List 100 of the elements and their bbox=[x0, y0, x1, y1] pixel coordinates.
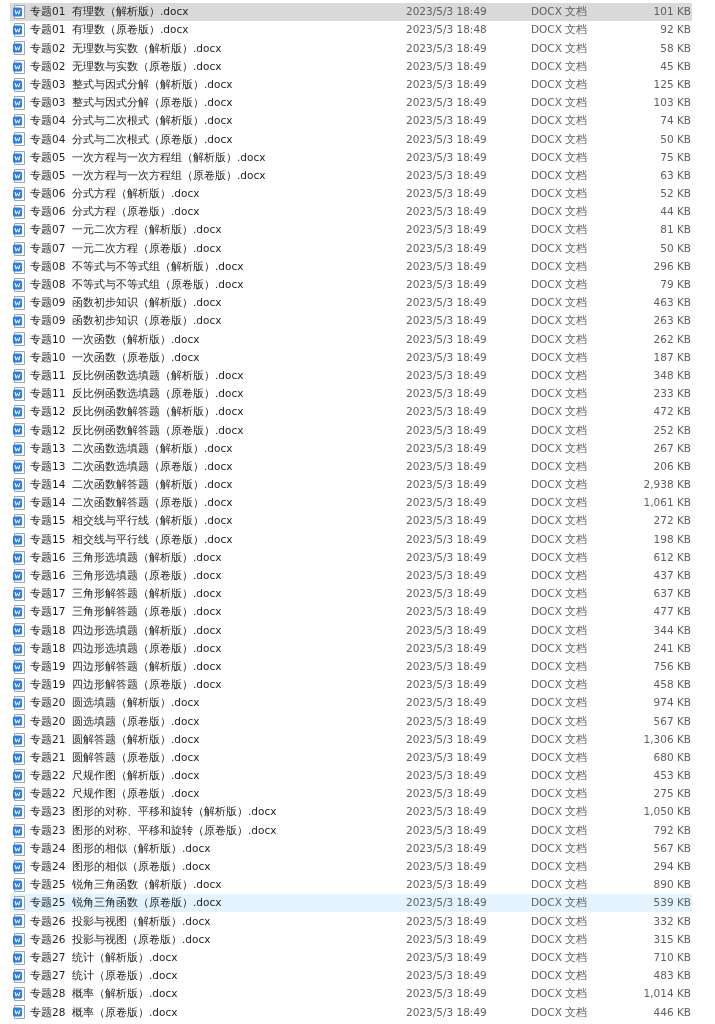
file-type: DOCX 文档 bbox=[531, 622, 589, 638]
file-date: 2023/5/3 18:49 bbox=[406, 549, 488, 565]
file-name: 专题17 三角形解答题（原卷版）.docx bbox=[30, 604, 223, 620]
file-type: DOCX 文档 bbox=[531, 240, 589, 256]
file-name: 专题25 锐角三角函数（解析版）.docx bbox=[30, 877, 223, 893]
file-type: DOCX 文档 bbox=[531, 477, 589, 493]
file-row[interactable]: 专题07 一元二次方程（原卷版）.docx 2023/5/3 18:49 DOCX 文档 50 KB bbox=[10, 239, 692, 258]
file-size: 50 KB bbox=[659, 131, 691, 147]
file-row[interactable]: 专题06 分式方程（原卷版）.docx 2023/5/3 18:49 DOCX 文档 44 KB bbox=[10, 203, 692, 222]
file-name: 专题10 一次函数（原卷版）.docx bbox=[30, 349, 201, 365]
file-date: 2023/5/3 18:49 bbox=[406, 931, 488, 947]
file-row[interactable]: 专题12 反比例函数解答题（解析版）.docx 2023/5/3 18:49 DOCX 文档 472 KB bbox=[10, 403, 692, 422]
file-name: 专题24 图形的相似（解析版）.docx bbox=[30, 840, 212, 856]
document-icon bbox=[13, 641, 26, 656]
file-type: DOCX 文档 bbox=[531, 186, 589, 202]
file-size: 472 KB bbox=[652, 404, 691, 420]
file-row[interactable]: 专题09 函数初步知识（解析版）.docx 2023/5/3 18:49 DOCX 文档 463 KB bbox=[10, 294, 692, 313]
document-icon bbox=[13, 532, 26, 547]
file-type: DOCX 文档 bbox=[531, 95, 589, 111]
file-name: 专题04 分式与二次根式（解析版）.docx bbox=[30, 113, 234, 129]
file-name: 专题07 一元二次方程（解析版）.docx bbox=[30, 222, 223, 238]
document-icon bbox=[13, 859, 26, 874]
document-icon bbox=[13, 5, 26, 20]
file-name: 专题08 不等式与不等式组（解析版）.docx bbox=[30, 258, 245, 274]
file-row[interactable]: 专题17 三角形解答题（原卷版）.docx 2023/5/3 18:49 DOCX 文档 477 KB bbox=[10, 603, 692, 622]
document-icon bbox=[13, 150, 26, 165]
document-icon bbox=[13, 132, 26, 147]
document-icon bbox=[13, 878, 26, 893]
file-date: 2023/5/3 18:49 bbox=[406, 331, 488, 347]
file-type: DOCX 文档 bbox=[531, 40, 589, 56]
file-row[interactable]: 专题18 四边形选填题（解析版）.docx 2023/5/3 18:49 DOCX 文档 344 KB bbox=[10, 621, 692, 640]
file-type: DOCX 文档 bbox=[531, 658, 589, 674]
file-row[interactable]: 专题04 分式与二次根式（原卷版）.docx 2023/5/3 18:49 DOCX 文档 50 KB bbox=[10, 130, 692, 149]
file-date: 2023/5/3 18:49 bbox=[406, 859, 488, 875]
file-row[interactable]: 专题20 圆选填题（解析版）.docx 2023/5/3 18:49 DOCX 文档 974 KB bbox=[10, 694, 692, 713]
file-row[interactable]: 专题28 概率（解析版）.docx 2023/5/3 18:49 DOCX 文档 1,014 KB bbox=[10, 985, 692, 1004]
file-size: 252 KB bbox=[652, 422, 691, 438]
file-name: 专题19 四边形解答题（原卷版）.docx bbox=[30, 677, 223, 693]
file-row[interactable]: 专题15 相交线与平行线（解析版）.docx 2023/5/3 18:49 DOCX 文档 272 KB bbox=[10, 512, 692, 531]
file-type: DOCX 文档 bbox=[531, 695, 589, 711]
file-name: 专题12 反比例函数解答题（解析版）.docx bbox=[30, 404, 245, 420]
file-row[interactable]: 专题17 三角形解答题（解析版）.docx 2023/5/3 18:49 DOCX 文档 637 KB bbox=[10, 585, 692, 604]
file-date: 2023/5/3 18:49 bbox=[406, 386, 488, 402]
file-type: DOCX 文档 bbox=[531, 549, 589, 565]
file-row[interactable]: 专题23 图形的对称、平移和旋转（原卷版）.docx 2023/5/3 18:49 DOCX 文档 792 KB bbox=[10, 821, 692, 840]
file-size: 710 KB bbox=[652, 949, 691, 965]
file-name: 专题21 圆解答题（解析版）.docx bbox=[30, 731, 201, 747]
file-size: 267 KB bbox=[652, 440, 691, 456]
file-date: 2023/5/3 18:49 bbox=[406, 968, 488, 984]
file-date: 2023/5/3 18:49 bbox=[406, 113, 488, 129]
file-date: 2023/5/3 18:49 bbox=[406, 713, 488, 729]
file-date: 2023/5/3 18:49 bbox=[406, 804, 488, 820]
file-date: 2023/5/3 18:49 bbox=[406, 222, 488, 238]
file-size: 612 KB bbox=[652, 549, 691, 565]
file-date: 2023/5/3 18:49 bbox=[406, 949, 488, 965]
file-date: 2023/5/3 18:49 bbox=[406, 204, 488, 220]
file-row[interactable]: 专题09 函数初步知识（原卷版）.docx 2023/5/3 18:49 DOCX 文档 263 KB bbox=[10, 312, 692, 331]
file-type: DOCX 文档 bbox=[531, 822, 589, 838]
file-row[interactable]: 专题12 反比例函数解答题（原卷版）.docx 2023/5/3 18:49 DOCX 文档 252 KB bbox=[10, 421, 692, 440]
file-row[interactable]: 专题01 有理数（解析版）.docx 2023/5/3 18:49 DOCX 文档 101 KB bbox=[10, 3, 692, 22]
file-row[interactable]: 专题28 概率（原卷版）.docx 2023/5/3 18:49 DOCX 文档 446 KB bbox=[10, 1003, 692, 1022]
file-type: DOCX 文档 bbox=[531, 877, 589, 893]
file-name: 专题05 一次方程与一次方程组（解析版）.docx bbox=[30, 149, 267, 165]
document-icon bbox=[13, 896, 26, 911]
file-type: DOCX 文档 bbox=[531, 586, 589, 602]
file-size: 477 KB bbox=[652, 604, 691, 620]
file-row[interactable]: 专题07 一元二次方程（解析版）.docx 2023/5/3 18:49 DOCX 文档 81 KB bbox=[10, 221, 692, 240]
file-size: 198 KB bbox=[652, 531, 691, 547]
document-icon bbox=[13, 259, 26, 274]
file-row[interactable]: 专题26 投影与视图（解析版）.docx 2023/5/3 18:49 DOCX 文档 332 KB bbox=[10, 912, 692, 931]
file-row[interactable]: 专题25 锐角三角函数（原卷版）.docx 2023/5/3 18:49 DOCX 文档 539 KB bbox=[10, 894, 692, 913]
file-date: 2023/5/3 18:49 bbox=[406, 186, 488, 202]
file-row[interactable]: 专题14 二次函数解答题（原卷版）.docx 2023/5/3 18:49 DOCX 文档 1,061 KB bbox=[10, 494, 692, 513]
file-row[interactable]: 专题04 分式与二次根式（解析版）.docx 2023/5/3 18:49 DOCX 文档 74 KB bbox=[10, 112, 692, 131]
file-row[interactable]: 专题23 图形的对称、平移和旋转（解析版）.docx 2023/5/3 18:49 DOCX 文档 1,050 KB bbox=[10, 803, 692, 822]
file-size: 890 KB bbox=[652, 877, 691, 893]
file-name: 专题02 无理数与实数（原卷版）.docx bbox=[30, 58, 223, 74]
file-type: DOCX 文档 bbox=[531, 458, 589, 474]
file-date: 2023/5/3 18:49 bbox=[406, 131, 488, 147]
file-row[interactable]: 专题25 锐角三角函数（解析版）.docx 2023/5/3 18:49 DOCX 文档 890 KB bbox=[10, 876, 692, 895]
file-name: 专题14 二次函数解答题（原卷版）.docx bbox=[30, 495, 234, 511]
file-date: 2023/5/3 18:49 bbox=[406, 531, 488, 547]
file-name: 专题11 反比例函数选填题（解析版）.docx bbox=[30, 367, 245, 383]
document-icon bbox=[13, 605, 26, 620]
file-row[interactable]: 专题10 一次函数（解析版）.docx 2023/5/3 18:49 DOCX 文档 262 KB bbox=[10, 330, 692, 349]
file-type: DOCX 文档 bbox=[531, 768, 589, 784]
file-size: 58 KB bbox=[659, 40, 691, 56]
file-name: 专题02 无理数与实数（解析版）.docx bbox=[30, 40, 223, 56]
file-row[interactable]: 专题02 无理数与实数（解析版）.docx 2023/5/3 18:49 DOCX 文档 58 KB bbox=[10, 39, 692, 58]
file-type: DOCX 文档 bbox=[531, 277, 589, 293]
file-type: DOCX 文档 bbox=[531, 731, 589, 747]
file-row[interactable]: 专题22 尺规作图（原卷版）.docx 2023/5/3 18:49 DOCX 文档 275 KB bbox=[10, 785, 692, 804]
file-size: 101 KB bbox=[652, 4, 691, 20]
file-row[interactable]: 专题20 圆选填题（原卷版）.docx 2023/5/3 18:49 DOCX 文档 567 KB bbox=[10, 712, 692, 731]
file-size: 44 KB bbox=[659, 204, 691, 220]
file-type: DOCX 文档 bbox=[531, 404, 589, 420]
file-type: DOCX 文档 bbox=[531, 895, 589, 911]
file-row[interactable]: 专题01 有理数（原卷版）.docx 2023/5/3 18:48 DOCX 文档 92 KB bbox=[10, 21, 692, 40]
file-size: 1,050 KB bbox=[642, 804, 691, 820]
file-row[interactable]: 专题15 相交线与平行线（原卷版）.docx 2023/5/3 18:49 DOCX 文档 198 KB bbox=[10, 530, 692, 549]
